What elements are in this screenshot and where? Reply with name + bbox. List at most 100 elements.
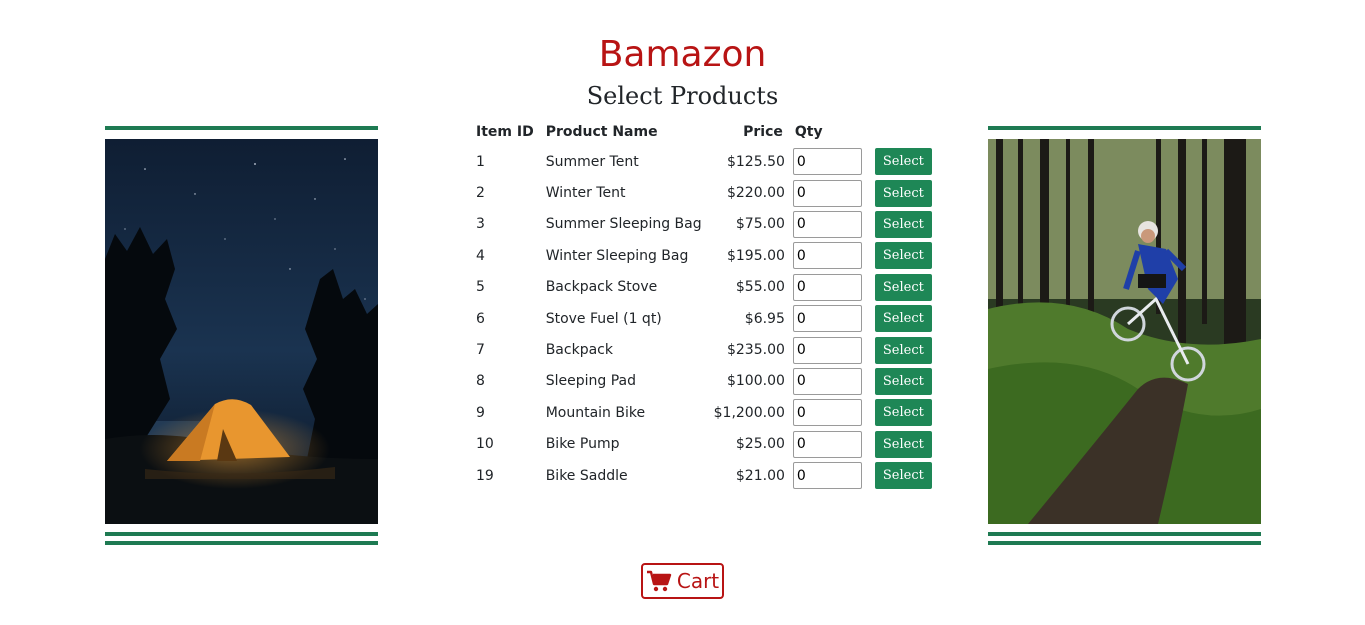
column-header-item-id: Item ID [476,124,534,140]
table-row: 2 Winter Tent $220.00 Select [470,177,938,208]
product-name-cell: Sleeping Pad [545,373,636,390]
column-header-product-name: Product Name [545,124,658,140]
qty-cell [789,397,869,428]
select-cell: Select [869,272,938,303]
select-button[interactable]: Select [874,399,932,427]
select-button[interactable]: Select [874,367,932,395]
price-cell: $6.95 [744,310,785,327]
page-subtitle: Select Products [586,82,779,110]
cart-label: Cart [676,569,720,593]
select-cell: Select [869,303,938,334]
price-cell: $100.00 [726,373,785,390]
item-id-cell: 19 [476,467,494,484]
qty-input[interactable] [792,210,862,238]
select-button[interactable]: Select [874,179,932,207]
item-id-cell: 8 [476,373,485,390]
product-name-cell: Backpack [545,342,613,359]
select-cell: Select [869,177,938,208]
product-name-cell: Mountain Bike [545,404,646,421]
item-id-cell: 10 [476,436,494,453]
select-cell: Select [869,240,938,271]
table-row: 1 Summer Tent $125.50 Select [470,146,938,177]
table-row: 8 Sleeping Pad $100.00 Select [470,366,938,397]
price-cell: $55.00 [735,279,785,296]
select-cell: Select [869,460,938,491]
select-cell: Select [869,146,938,177]
select-button[interactable]: Select [874,305,932,333]
qty-cell [789,303,869,334]
select-cell: Select [869,397,938,428]
select-button[interactable]: Select [874,430,932,458]
column-header-action [869,118,938,146]
qty-input[interactable] [792,273,862,301]
qty-cell [789,146,869,177]
qty-input[interactable] [792,305,862,333]
item-id-cell: 6 [476,310,485,327]
qty-input[interactable] [792,148,862,176]
product-name-cell: Bike Saddle [545,467,628,484]
camping-tent-photo [105,139,378,524]
products-table-body: 1 Summer Tent $125.50 Select 2 Winter Tent $22… [470,146,938,491]
bottom-divider-1 [105,532,378,536]
select-cell: Select [869,209,938,240]
products-table: Item ID Product Name Price Qty 1 Summer T… [470,118,938,491]
table-row: 6 Stove Fuel (1 qt) $6.95 Select [470,303,938,334]
qty-cell [789,429,869,460]
select-cell: Select [869,334,938,365]
select-button[interactable]: Select [874,148,932,176]
table-row: 10 Bike Pump $25.00 Select [470,429,938,460]
qty-input[interactable] [792,336,862,364]
price-cell: $25.00 [735,436,785,453]
qty-input[interactable] [792,242,862,270]
select-button[interactable]: Select [874,462,932,490]
qty-input[interactable] [792,367,862,395]
cart-button[interactable]: Cart [641,563,724,599]
price-cell: $21.00 [735,467,785,484]
column-header-price: Price [743,124,783,140]
item-id-cell: 4 [476,247,485,264]
select-button[interactable]: Select [874,273,932,301]
select-cell: Select [869,429,938,460]
qty-input[interactable] [792,399,862,427]
table-row: 19 Bike Saddle $21.00 Select [470,460,938,491]
item-id-cell: 1 [476,153,485,170]
price-cell: $125.50 [726,153,785,170]
page-title: Bamazon [598,34,767,75]
table-row: 7 Backpack $235.00 Select [470,334,938,365]
qty-input[interactable] [792,179,862,207]
product-name-cell: Stove Fuel (1 qt) [545,310,662,327]
item-id-cell: 9 [476,404,485,421]
qty-cell [789,177,869,208]
table-row: 3 Summer Sleeping Bag $75.00 Select [470,209,938,240]
qty-cell [789,272,869,303]
select-button[interactable]: Select [874,210,932,238]
table-row: 9 Mountain Bike $1,200.00 Select [470,397,938,428]
bottom-divider-2 [988,541,1261,545]
price-cell: $235.00 [726,342,785,359]
column-header-qty: Qty [794,124,823,140]
select-button[interactable]: Select [874,336,932,364]
product-name-cell: Backpack Stove [545,279,658,296]
qty-cell [789,209,869,240]
select-cell: Select [869,366,938,397]
bottom-divider-2 [105,541,378,545]
price-cell: $195.00 [726,247,785,264]
qty-input[interactable] [792,462,862,490]
left-photo-panel [105,125,378,546]
product-name-cell: Summer Sleeping Bag [545,216,702,233]
product-name-cell: Summer Tent [545,153,639,170]
table-row: 5 Backpack Stove $55.00 Select [470,272,938,303]
qty-input[interactable] [792,430,862,458]
item-id-cell: 3 [476,216,485,233]
product-name-cell: Bike Pump [545,436,620,453]
table-row: 4 Winter Sleeping Bag $195.00 Select [470,240,938,271]
qty-cell [789,366,869,397]
item-id-cell: 2 [476,185,485,202]
top-divider [988,126,1261,130]
select-button[interactable]: Select [874,242,932,270]
item-id-cell: 5 [476,279,485,296]
price-cell: $1,200.00 [713,404,785,421]
mountain-biker-photo [988,139,1261,524]
bottom-divider-1 [988,532,1261,536]
shopping-cart-icon [646,570,672,592]
